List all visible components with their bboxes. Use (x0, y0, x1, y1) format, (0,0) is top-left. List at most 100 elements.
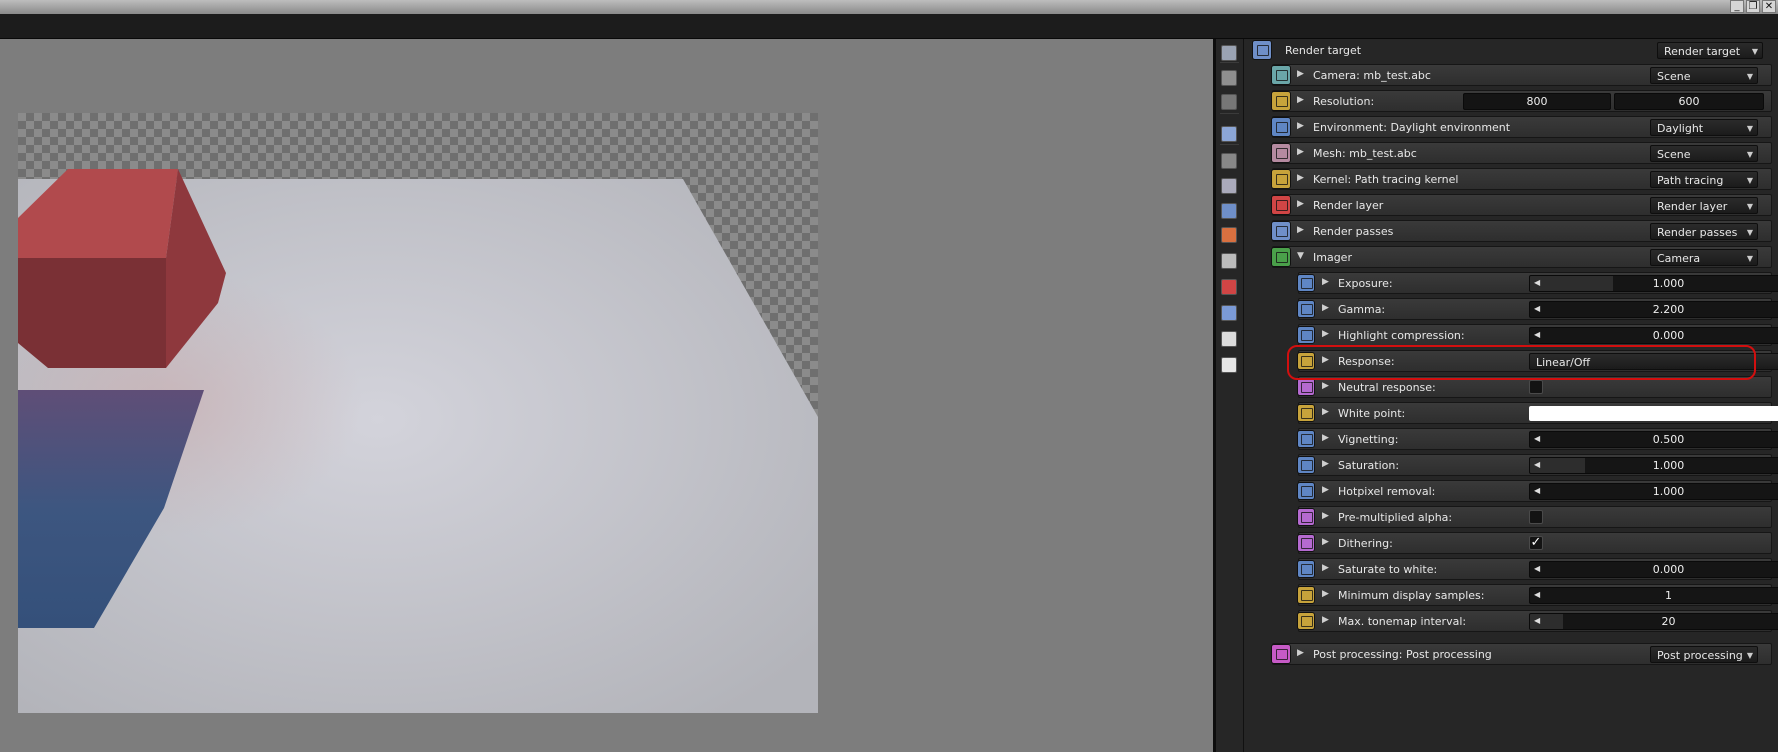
node-post-processing-icon (1271, 644, 1291, 664)
param-slider[interactable]: ◀▶1.000 (1529, 483, 1778, 500)
imager-param-row[interactable]: ▶ Saturation: ◀▶1.000 (1297, 454, 1778, 476)
param-checkbox[interactable] (1529, 510, 1543, 524)
node-dropdown[interactable]: Camera ▼ (1650, 249, 1758, 266)
imager-param-row[interactable]: ▶ Exposure: ◀▶1.000 (1297, 272, 1778, 294)
expand-arrow-icon[interactable]: ▶ (1322, 485, 1329, 495)
imager-param-row[interactable]: ▶ White point: (1297, 402, 1778, 424)
expand-arrow-icon[interactable]: ▶ (1322, 277, 1329, 287)
imager-icon[interactable] (1221, 331, 1237, 347)
imager-param-row[interactable]: ▶ Saturate to white: ◀▶0.000 (1297, 558, 1778, 580)
imager-param-row[interactable]: ▶ Dithering: ✓ (1297, 532, 1772, 554)
param-slider[interactable]: ◀▶2.200 (1529, 301, 1778, 318)
param-slider[interactable]: ◀▶1 (1529, 587, 1778, 604)
environment-icon[interactable] (1221, 203, 1237, 219)
imager-param-row[interactable]: ▶ Hotpixel removal: ◀▶1.000 (1297, 480, 1778, 502)
param-checkbox[interactable]: ✓ (1529, 536, 1543, 550)
response-highlight-annotation (1287, 345, 1756, 380)
node-dropdown[interactable]: Render layer ▼ (1650, 197, 1758, 214)
render-target-label: Render target (1285, 44, 1362, 57)
node-row[interactable]: ▶ Render passes Render passes ▼ (1271, 220, 1772, 242)
camera-icon[interactable] (1221, 153, 1237, 169)
white-point-color-field[interactable] (1529, 406, 1778, 421)
float-icon (1297, 274, 1315, 292)
expand-arrow-icon[interactable]: ▶ (1297, 147, 1304, 157)
image-icon[interactable] (1221, 126, 1237, 142)
film-settings-icon[interactable] (1221, 178, 1237, 194)
post-processing-row[interactable]: ▶ Post processing: Post processing Post pr… (1271, 643, 1772, 665)
expand-arrow-icon[interactable]: ▶ (1297, 199, 1304, 209)
expand-arrow-icon[interactable]: ▶ (1297, 173, 1304, 183)
expand-arrow-icon[interactable]: ▶ (1322, 589, 1329, 599)
param-slider[interactable]: ◀▶20 (1529, 613, 1778, 630)
render-layer-icon[interactable] (1221, 279, 1237, 295)
node-dropdown[interactable]: Scene ▼ (1650, 67, 1758, 84)
post-processing-icon[interactable] (1221, 357, 1237, 373)
expand-arrow-icon[interactable]: ▶ (1297, 121, 1304, 131)
imager-param-row[interactable]: ▶ Gamma: ◀▶2.200 (1297, 298, 1778, 320)
imager-param-row[interactable]: ▶ Pre-multiplied alpha: (1297, 506, 1772, 528)
expand-arrow-icon[interactable]: ▶ (1322, 615, 1329, 625)
expand-arrow-icon[interactable]: ▶ (1322, 537, 1329, 547)
imager-param-row[interactable]: ▶ Max. tonemap interval: ◀▶20 (1297, 610, 1778, 632)
param-label: Pre-multiplied alpha: (1338, 511, 1453, 524)
tree-icon[interactable] (1221, 94, 1237, 110)
expand-arrow-icon[interactable]: ▶ (1297, 225, 1304, 235)
node-row[interactable]: ▶ Render layer Render layer ▼ (1271, 194, 1772, 216)
param-slider[interactable]: ◀▶0.000 (1529, 561, 1778, 578)
restore-button[interactable]: ❐ (1746, 0, 1760, 13)
expand-arrow-icon[interactable]: ▶ (1322, 563, 1329, 573)
node-label: Camera: mb_test.abc (1313, 69, 1431, 82)
kernel-icon[interactable] (1221, 253, 1237, 269)
imager-param-row[interactable]: ▶ Highlight compression: ◀▶0.000 (1297, 324, 1778, 346)
node-dropdown[interactable]: Daylight ▼ (1650, 119, 1758, 136)
node-dropdown[interactable]: Scene ▼ (1650, 145, 1758, 162)
node-row[interactable]: ▶ Mesh: mb_test.abc Scene ▼ (1271, 142, 1772, 164)
render-target-header: Render target Render target ▼ (1248, 39, 1772, 61)
param-slider[interactable]: ◀▶0.500 (1529, 431, 1778, 448)
imager-param-row[interactable]: ▶ Vignetting: ◀▶0.500 (1297, 428, 1778, 450)
expand-arrow-icon[interactable]: ▶ (1322, 459, 1329, 469)
param-label: Hotpixel removal: (1338, 485, 1436, 498)
expand-arrow-icon[interactable]: ▶ (1322, 407, 1329, 417)
expand-arrow-icon[interactable]: ▶ (1322, 303, 1329, 313)
imager-param-row[interactable]: ▶ Minimum display samples: ◀▶1 (1297, 584, 1778, 606)
expand-arrow-icon[interactable]: ▶ (1297, 648, 1304, 658)
node-row[interactable]: ▶ Resolution: 800 600 (1271, 90, 1772, 112)
param-checkbox[interactable] (1529, 380, 1543, 394)
expand-arrow-icon[interactable]: ▼ (1297, 251, 1304, 261)
slider-value: 20 (1661, 615, 1676, 628)
node-dropdown[interactable]: Render passes ▼ (1650, 223, 1758, 240)
node-dropdown-value: Path tracing (1657, 174, 1724, 187)
close-button[interactable]: ✕ (1762, 0, 1776, 13)
window-titlebar: _ ❐ ✕ (0, 0, 1778, 14)
expand-arrow-icon[interactable]: ▶ (1297, 69, 1304, 79)
expand-arrow-icon[interactable]: ▶ (1297, 95, 1304, 105)
node-label: Kernel: Path tracing kernel (1313, 173, 1459, 186)
layers-icon[interactable] (1221, 70, 1237, 86)
render-target-dropdown[interactable]: Render target ▼ (1657, 42, 1763, 59)
param-slider[interactable]: ◀▶1.000 (1529, 275, 1778, 292)
node-row[interactable]: ▼ Imager Camera ▼ (1271, 246, 1772, 268)
node-row[interactable]: ▶ Kernel: Path tracing kernel Path tracing… (1271, 168, 1772, 190)
minimize-button[interactable]: _ (1730, 0, 1744, 13)
param-slider[interactable]: ◀▶0.000 (1529, 327, 1778, 344)
node-dropdown[interactable]: Path tracing ▼ (1650, 171, 1758, 188)
render-viewport[interactable] (0, 39, 1213, 752)
expand-arrow-icon[interactable]: ▶ (1322, 381, 1329, 391)
param-label: Vignetting: (1338, 433, 1399, 446)
param-slider[interactable]: ◀▶1.000 (1529, 457, 1778, 474)
resolution-width-field[interactable]: 800 (1463, 93, 1611, 110)
node-row[interactable]: ▶ Camera: mb_test.abc Scene ▼ (1271, 64, 1772, 86)
node-dropdown[interactable]: Post processing ▼ (1650, 646, 1758, 663)
resolution-height-field[interactable]: 600 (1614, 93, 1764, 110)
expand-arrow-icon[interactable]: ▶ (1322, 511, 1329, 521)
expand-arrow-icon[interactable]: ▶ (1322, 433, 1329, 443)
param-label: Max. tonemap interval: (1338, 615, 1467, 628)
expand-arrow-icon[interactable]: ▶ (1322, 329, 1329, 339)
node-row[interactable]: ▶ Environment: Daylight environment Daylig… (1271, 116, 1772, 138)
render-passes-icon[interactable] (1221, 305, 1237, 321)
material-icon[interactable] (1221, 227, 1237, 243)
slider-value: 1.000 (1652, 459, 1685, 472)
toolbar-separator (1220, 144, 1239, 145)
render-target-icon[interactable] (1221, 45, 1237, 61)
